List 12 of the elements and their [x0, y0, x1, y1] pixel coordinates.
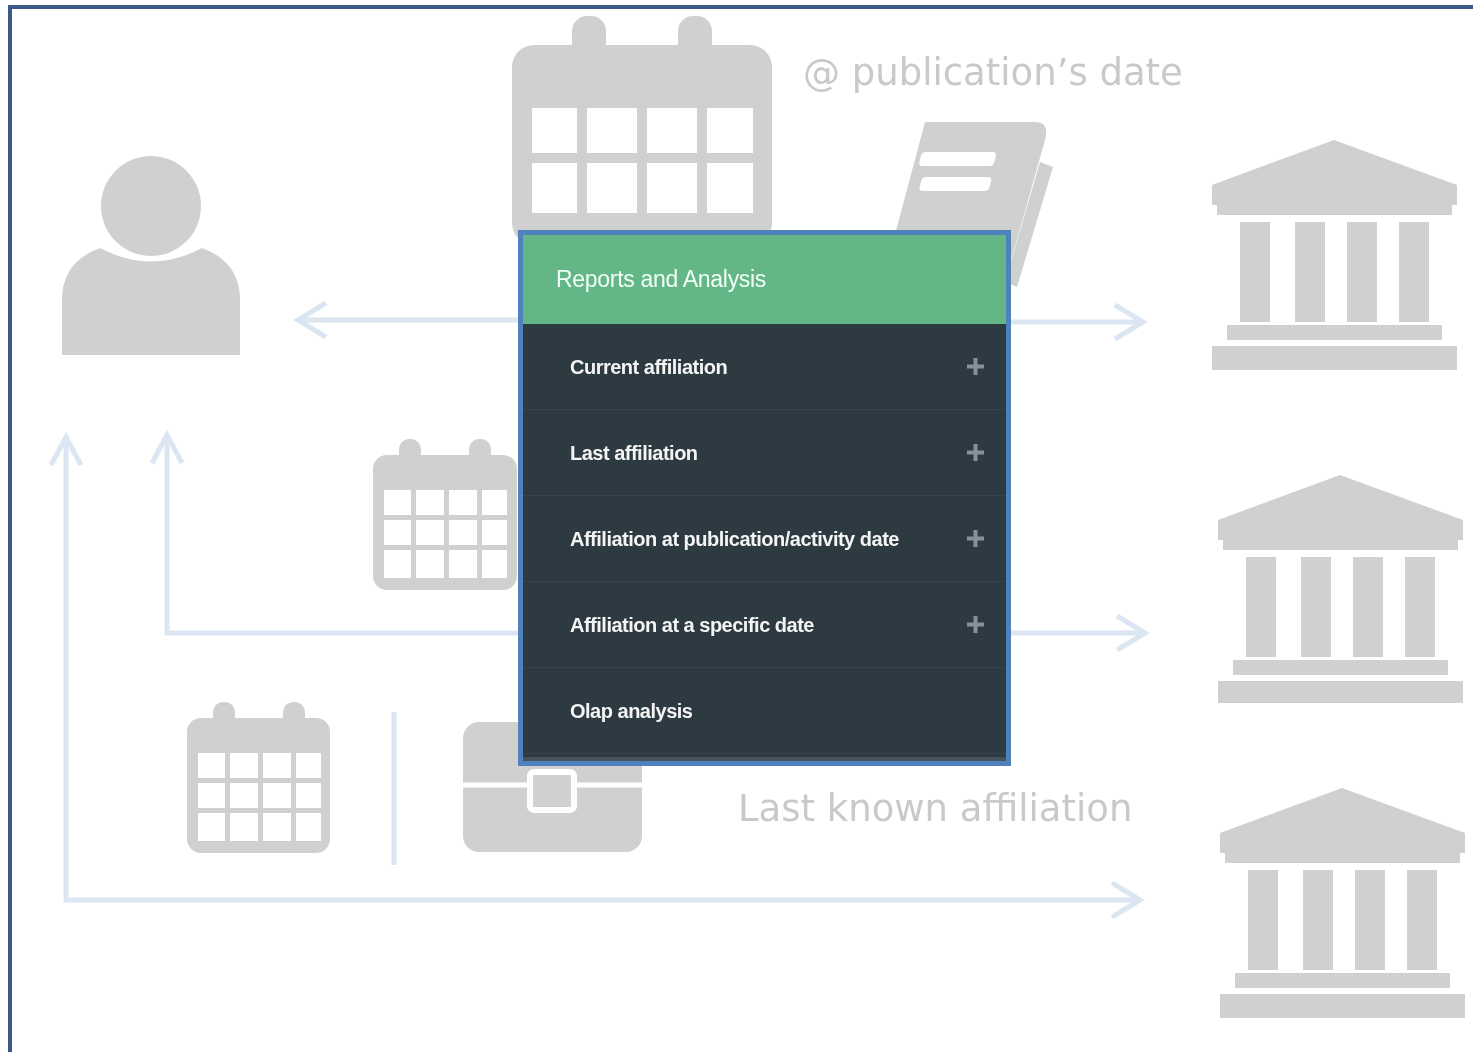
- calendar-icon: [373, 439, 517, 590]
- menu-item[interactable]: Last affiliation: [523, 410, 1006, 496]
- bank-icon: [1218, 475, 1463, 703]
- calendar-icon: [187, 702, 330, 853]
- menu-item[interactable]: Affiliation at publication/activity date: [523, 496, 1006, 582]
- bank-icon: [1212, 140, 1457, 370]
- person-icon: [62, 156, 240, 355]
- menu-item[interactable]: Affiliation at a specific date: [523, 582, 1006, 668]
- bank-icon: [1220, 788, 1465, 1018]
- menu-item[interactable]: Olap analysis: [523, 668, 1006, 754]
- menu-header: Reports and Analysis: [523, 235, 1006, 324]
- menu-item[interactable]: Current affiliation: [523, 324, 1006, 410]
